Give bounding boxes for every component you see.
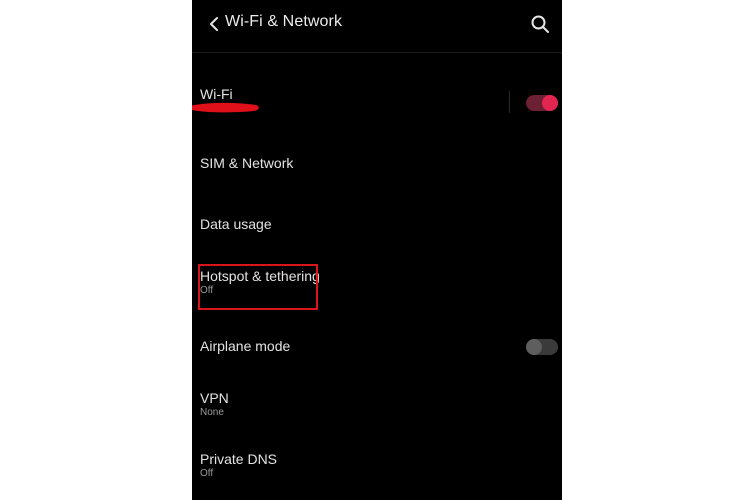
back-button[interactable] — [200, 10, 228, 38]
toggle-thumb — [542, 95, 558, 111]
vpn-label: VPN — [200, 390, 229, 406]
red-underline-annotation — [192, 102, 259, 113]
airplane-mode-toggle[interactable] — [526, 339, 558, 355]
airplane-mode-item[interactable]: Airplane mode — [192, 330, 562, 370]
sim-network-item[interactable]: SIM & Network — [192, 148, 562, 188]
sim-network-label: SIM & Network — [200, 155, 294, 171]
vpn-status: None — [200, 407, 224, 418]
private-dns-status: Off — [200, 468, 214, 479]
private-dns-label: Private DNS — [200, 451, 278, 467]
chevron-left-icon — [210, 17, 218, 31]
toggle-separator — [509, 91, 510, 113]
private-dns-item[interactable]: Private DNS Off — [192, 446, 562, 486]
settings-screen: Wi-Fi & Network Wi-Fi SIM & Network Data… — [192, 0, 562, 500]
header-divider — [192, 52, 562, 53]
search-icon — [531, 15, 549, 33]
wifi-toggle[interactable] — [526, 95, 558, 111]
red-highlight-box-annotation — [198, 264, 318, 310]
vpn-item[interactable]: VPN None — [192, 385, 562, 425]
data-usage-item[interactable]: Data usage — [192, 209, 562, 249]
top-app-bar: Wi-Fi & Network — [192, 0, 562, 50]
page-title: Wi-Fi & Network — [225, 13, 343, 30]
search-button[interactable] — [526, 10, 554, 38]
data-usage-label: Data usage — [200, 216, 272, 232]
airplane-mode-label: Airplane mode — [200, 338, 291, 354]
toggle-thumb — [526, 339, 542, 355]
